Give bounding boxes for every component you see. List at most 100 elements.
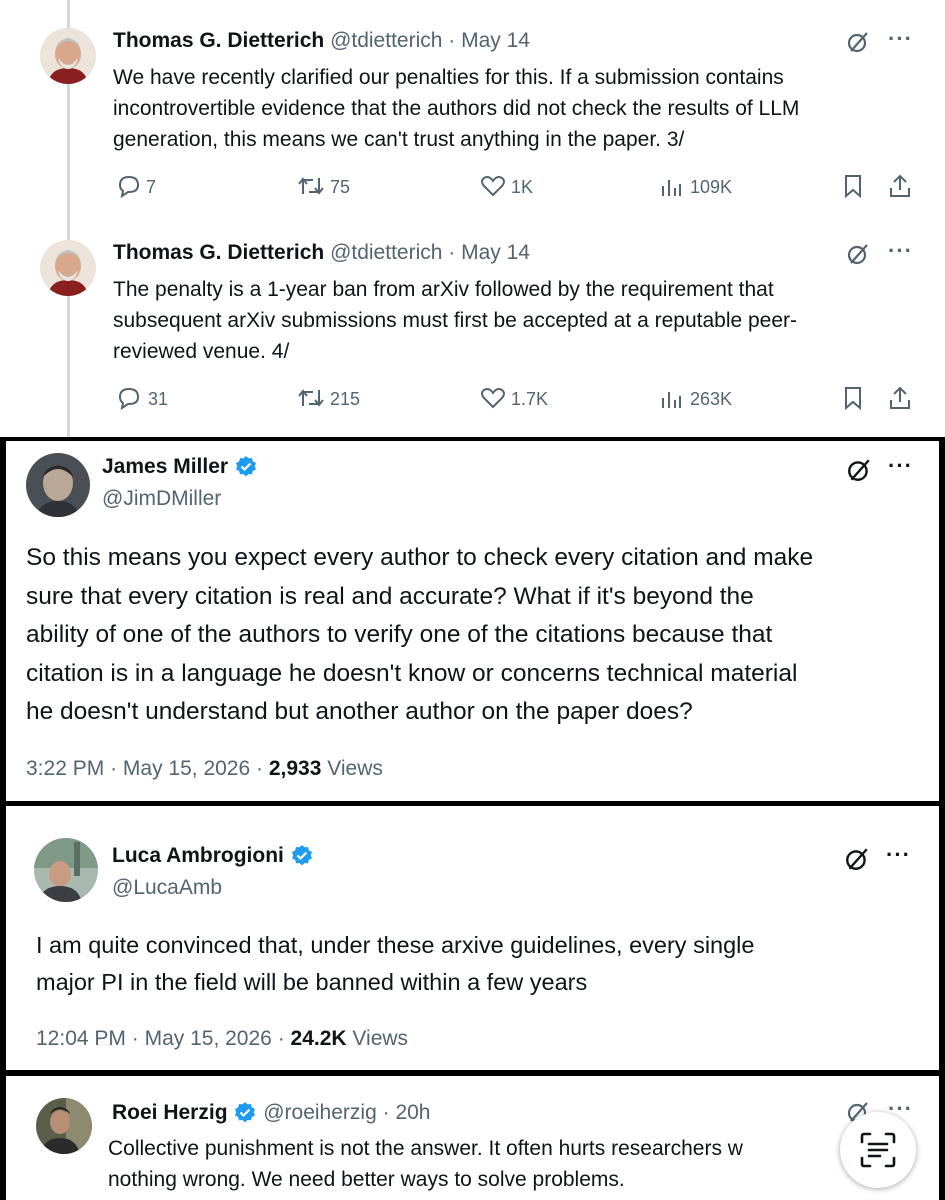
author-name[interactable]: Thomas G. Dietterich [113,241,324,264]
reply-count: 7 [146,177,157,197]
grok-icon[interactable] [844,846,870,872]
author-handle[interactable]: @tdietterich [330,29,442,52]
like-count: 1.7K [511,389,549,409]
text-line: he doesn't understand but another author… [26,698,693,725]
reply-count: 31 [148,389,169,409]
text-line: So this means you expect every author to… [26,544,814,571]
tweet-date[interactable]: May 14 [461,241,530,264]
author-handle[interactable]: @JimDMiller [102,487,221,511]
bookmark-icon[interactable] [842,174,864,198]
verified-badge-icon [235,1102,256,1123]
author-name[interactable]: James Miller [102,455,228,478]
tweet-text: Collective punishment is not the answer.… [108,1133,743,1195]
repost-count: 215 [330,389,361,409]
text-scan-icon [860,1132,896,1168]
views-icon[interactable] [660,388,682,410]
tweet-time[interactable]: 3:22 PM [26,757,104,780]
text-line: citation is in a language he doesn't kno… [26,659,798,687]
avatar[interactable] [26,453,90,517]
share-icon[interactable] [888,173,912,199]
tweet-date[interactable]: May 14 [461,29,530,52]
text-line: The penalty is a 1-year ban from arXiv f… [113,278,774,301]
tweet-meta: 3:22 PM · May 15, 2026 · 2,933 Views [26,757,383,781]
author-name[interactable]: Roei Herzig [112,1101,228,1124]
text-line: generation, this means we can't trust an… [113,128,685,151]
more-icon[interactable]: ··· [888,26,913,52]
repost-icon[interactable] [297,386,325,410]
thread-panel: Thomas G. Dietterich @tdietterich · May … [0,0,945,437]
views-icon[interactable] [660,176,682,198]
tweet-3[interactable]: James Miller @JimDMiller ··· So this mea… [6,441,939,801]
bookmark-icon[interactable] [842,386,864,410]
views-count: 2,933 [268,757,322,780]
avatar[interactable] [36,1098,92,1154]
more-icon[interactable]: ··· [888,453,913,479]
separator: · [448,29,456,52]
tweet-header: Luca Ambrogioni [112,844,314,868]
tweet-date[interactable]: May 15, 2026 [145,1027,272,1050]
views-label: Views [352,1027,409,1050]
tweet-header: Roei Herzig @roeiherzig · 20h [112,1101,430,1125]
tweet-header: Thomas G. Dietterich @tdietterich · May … [113,241,530,265]
views-count: 263K [690,389,733,409]
text-line: major PI in the field will be banned wit… [36,969,588,995]
text-line: nothing wrong. We need better ways to so… [108,1168,625,1191]
grok-icon[interactable] [846,457,872,483]
tweet-text: So this means you expect every author to… [26,539,813,732]
tweet-time[interactable]: 12:04 PM [36,1027,126,1050]
repost-count: 75 [330,177,351,197]
share-icon[interactable] [888,385,912,411]
tweet-5[interactable]: Roei Herzig @roeiherzig · 20h ··· Collec… [6,1076,939,1200]
avatar-image [36,1098,92,1154]
tweet-header: Thomas G. Dietterich @tdietterich · May … [113,29,530,53]
avatar[interactable] [34,838,98,902]
text-line: sure that every citation is real and acc… [26,582,754,610]
views-count: 24.2K [290,1027,347,1050]
separator: · [277,1027,285,1050]
more-icon[interactable]: ··· [888,238,913,264]
author-name[interactable]: Thomas G. Dietterich [113,29,324,52]
separator: · [448,241,456,264]
avatar[interactable] [40,240,96,296]
avatar-image [26,453,90,517]
tweet-4[interactable]: Luca Ambrogioni @LucaAmb ··· I am quite … [6,806,939,1070]
verified-badge-icon [291,845,312,866]
avatar[interactable] [40,28,96,84]
text-line: subsequent arXiv submissions must first … [113,309,798,332]
avatar-image [34,838,98,902]
tweet-header: James Miller [102,455,258,479]
separator: · [256,757,264,780]
text-line: We have recently clarified our penalties… [113,66,784,89]
author-handle[interactable]: @tdietterich [330,241,442,264]
views-label: Views [327,757,383,780]
avatar-image [40,28,96,84]
more-icon[interactable]: ··· [886,842,911,868]
like-icon[interactable] [480,387,506,409]
separator: · [110,757,118,780]
tweet-text: We have recently clarified our penalties… [113,62,799,155]
like-icon[interactable] [480,175,506,197]
avatar-image [40,240,96,296]
grok-icon[interactable] [846,30,870,54]
views-count: 109K [690,177,733,197]
tweet-date[interactable]: 20h [395,1101,430,1124]
text-line: ability of one of the authors to verify … [26,621,773,648]
grok-icon[interactable] [846,242,870,266]
verified-badge-icon [235,456,256,477]
text-scan-button[interactable] [840,1112,916,1188]
author-handle[interactable]: @LucaAmb [112,876,222,900]
reply-icon[interactable] [116,174,142,198]
author-handle[interactable]: @roeiherzig [263,1101,377,1124]
separator: · [382,1101,390,1124]
tweet-date[interactable]: May 15, 2026 [123,757,250,780]
repost-icon[interactable] [297,174,325,198]
separator: · [131,1027,139,1050]
reply-icon[interactable] [116,386,142,410]
like-count: 1K [511,177,534,197]
tweet-text: The penalty is a 1-year ban from arXiv f… [113,274,797,367]
text-line: Collective punishment is not the answer.… [108,1137,743,1160]
text-line: I am quite convinced that, under these a… [36,932,755,958]
tweet-meta: 12:04 PM · May 15, 2026 · 24.2K Views [36,1027,408,1051]
author-name[interactable]: Luca Ambrogioni [112,844,284,867]
tweet-text: I am quite convinced that, under these a… [36,927,754,1001]
